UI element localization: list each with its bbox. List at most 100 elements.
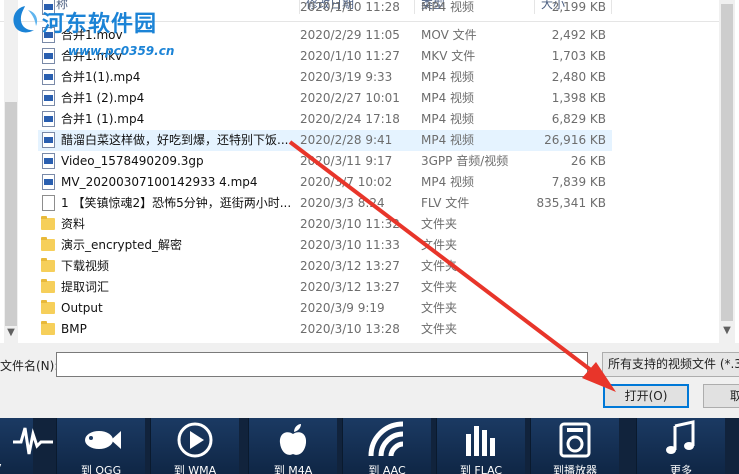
scroll-thumb[interactable]	[5, 102, 17, 326]
tool-to-wav[interactable]: WAV	[0, 418, 53, 474]
open-button[interactable]: 打开(O)	[603, 384, 689, 408]
file-size: 1,398 KB	[551, 91, 606, 105]
scroll-down-icon[interactable]: ▼	[720, 324, 734, 338]
scroll-down-icon[interactable]: ▼	[4, 326, 18, 340]
file-type: MP4 视频	[421, 175, 475, 189]
folder-icon	[41, 321, 55, 335]
folder-icon	[41, 216, 55, 230]
file-size: 2,480 KB	[551, 70, 606, 84]
file-type: 文件夹	[421, 301, 458, 315]
plain-file-icon	[42, 195, 55, 211]
folder-row[interactable]: 资料 2020/3/10 11:32 文件夹	[38, 214, 612, 235]
file-type: MP4 视频	[421, 133, 475, 147]
video-file-icon	[42, 174, 55, 190]
file-type: FLV 文件	[421, 196, 470, 210]
scroll-thumb[interactable]	[721, 4, 733, 321]
video-file-icon	[42, 90, 55, 106]
file-name: Output	[61, 301, 103, 315]
file-size: 26 KB	[570, 154, 606, 168]
watermark-logo-icon	[13, 6, 38, 33]
watermark-url: www.pc0359.cn	[68, 44, 175, 58]
tool-more[interactable]: 更多	[636, 418, 725, 474]
folder-icon	[41, 300, 55, 314]
equalizer-icon	[466, 426, 495, 456]
file-name: Video_1578490209.3gp	[61, 154, 204, 168]
apple-icon	[279, 424, 307, 455]
file-size: 835,341 KB	[536, 196, 606, 210]
folder-row[interactable]: 演示_encrypted_解密 2020/3/10 11:33 文件夹	[38, 235, 612, 256]
folder-row[interactable]: Output 2020/3/9 9:19 文件夹	[38, 298, 612, 319]
conversion-toolbar: WAV 到 OGG 到 WMA 到 M4A	[0, 418, 739, 474]
file-row[interactable]: Video_1578490209.3gp 2020/3/11 9:17 3GPP 音…	[38, 151, 612, 172]
file-name: MV_20200307100142933 4.mp4	[61, 175, 258, 189]
file-date: 2020/3/7 10:02	[300, 175, 393, 189]
file-type: 文件夹	[421, 259, 458, 273]
tool-to-flac[interactable]: 到 FLAC	[436, 418, 525, 474]
file-row[interactable]: 醋溜白菜这样做，好吃到爆，还特别下饭... 2020/2/28 9:41 MP4 视…	[38, 130, 612, 151]
folder-icon	[41, 258, 55, 272]
file-name: 合并1 (1).mp4	[61, 112, 145, 126]
video-file-icon	[42, 153, 55, 169]
file-row[interactable]: MV_20200307100142933 4.mp4 2020/3/7 10:02…	[38, 172, 612, 193]
file-row[interactable]: 合并1(1).mp4 2020/3/19 9:33 MP4 视频 2,480 KB	[38, 67, 612, 88]
music-note-icon	[666, 420, 695, 454]
file-type: 文件夹	[421, 280, 458, 294]
file-row[interactable]: 合并1 (2).mp4 2020/2/27 10:01 MP4 视频 1,398 KB	[38, 88, 612, 109]
file-type: MP4 视频	[421, 70, 475, 84]
folder-row[interactable]: 提取词汇 2020/3/12 13:27 文件夹	[38, 277, 612, 298]
video-file-icon	[42, 69, 55, 85]
file-date: 2020/3/11 9:17	[300, 154, 393, 168]
player-icon	[559, 422, 591, 458]
file-date: 2020/3/19 9:33	[300, 70, 393, 84]
file-type: MOV 文件	[421, 28, 477, 42]
file-date: 2020/3/10 13:28	[300, 322, 400, 336]
file-open-dialog: 名称 修改日期 类型 大小 2020/1/10 11:28 MP4 视频 2,1…	[0, 0, 739, 474]
file-type: MP4 视频	[421, 91, 475, 105]
tool-to-m4a[interactable]: 到 M4A	[248, 418, 337, 474]
file-date: 2020/3/9 9:19	[300, 301, 385, 315]
folder-row[interactable]: BMP 2020/3/10 13:28 文件夹	[38, 319, 612, 340]
file-date: 2020/2/28 9:41	[300, 133, 393, 147]
file-size: 2,492 KB	[551, 28, 606, 42]
file-name: 下载视频	[61, 259, 110, 273]
file-type: 3GPP 音频/视频	[421, 154, 509, 168]
folder-row[interactable]: 下载视频 2020/3/12 13:27 文件夹	[38, 256, 612, 277]
file-size: 26,916 KB	[544, 133, 606, 147]
tool-to-wma[interactable]: 到 WMA	[150, 418, 239, 474]
file-date: 2020/2/27 10:01	[300, 91, 400, 105]
file-name: 资料	[61, 217, 86, 231]
file-date: 2020/3/10 11:32	[300, 217, 400, 231]
filename-input[interactable]	[56, 352, 588, 377]
file-name: 合并1(1).mp4	[61, 70, 141, 84]
waveform-icon	[13, 427, 53, 455]
file-name: 1 【笑镇惊魂2】恐怖5分钟，逛街两小时...	[61, 196, 292, 210]
file-name: 提取词汇	[61, 280, 110, 294]
file-date: 2020/3/3 8:24	[300, 196, 385, 210]
fish-icon	[85, 431, 121, 449]
play-circle-icon	[177, 422, 213, 458]
watermark-title: 河东软件园	[42, 11, 158, 37]
file-type-select[interactable]: 所有支持的视频文件 (*.3g	[602, 352, 739, 377]
file-name: BMP	[61, 322, 87, 336]
file-date: 2020/2/24 17:18	[300, 112, 400, 126]
file-row[interactable]: 合并1 (1).mp4 2020/2/24 17:18 MP4 视频 6,829 KB	[38, 109, 612, 130]
cancel-button[interactable]: 取	[703, 384, 739, 408]
tool-to-ogg[interactable]: 到 OGG	[56, 418, 145, 474]
video-file-icon	[42, 132, 55, 148]
watermark: 河东软件园 www.pc0359.cn	[8, 0, 208, 62]
file-type: 文件夹	[421, 322, 458, 336]
file-size: 7,839 KB	[551, 175, 606, 189]
file-row[interactable]: 1 【笑镇惊魂2】恐怖5分钟，逛街两小时... 2020/3/3 8:24 FLV …	[38, 193, 612, 214]
right-scrollbar[interactable]: ▼	[719, 0, 735, 343]
tool-to-player[interactable]: 到播放器	[530, 418, 619, 474]
folder-icon	[41, 279, 55, 293]
filename-label: 文件名(N):	[0, 359, 59, 373]
file-size: 1,703 KB	[551, 49, 606, 63]
file-type: MKV 文件	[421, 49, 476, 63]
file-date: 2020/2/29 11:05	[300, 28, 400, 42]
file-date: 2020/3/12 13:27	[300, 280, 400, 294]
aac-wave-icon	[368, 421, 404, 457]
file-type: 文件夹	[421, 217, 458, 231]
file-name: 合并1 (2).mp4	[61, 91, 145, 105]
tool-to-aac[interactable]: 到 AAC	[342, 418, 431, 474]
